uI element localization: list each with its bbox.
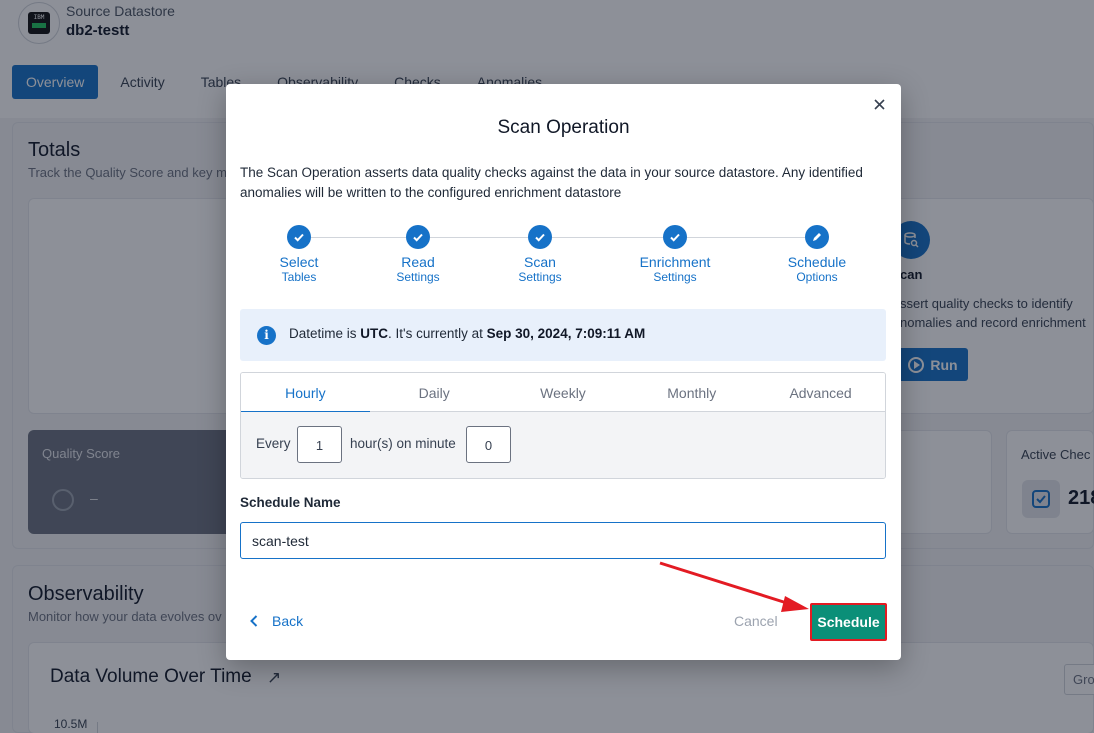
step-subtitle: Settings — [518, 270, 562, 284]
info-timezone: UTC — [360, 326, 389, 341]
schedule-frequency-panel: Hourly Daily Weekly Monthly Advanced Eve… — [240, 372, 886, 479]
pencil-icon — [805, 225, 829, 249]
step-subtitle: Options — [796, 270, 838, 284]
step-title: Scan — [524, 254, 556, 270]
check-icon — [287, 225, 311, 249]
step-read-settings[interactable]: Read Settings — [363, 225, 473, 285]
hourly-settings: Every 1 hour(s) on minute 0 — [241, 412, 885, 478]
close-icon[interactable] — [870, 95, 888, 113]
schedule-button[interactable]: Schedule — [810, 603, 887, 641]
check-icon — [663, 225, 687, 249]
back-button[interactable]: Back — [250, 611, 303, 631]
step-subtitle: Settings — [396, 270, 440, 284]
check-icon — [528, 225, 552, 249]
wizard-stepper: Select Tables Read Settings Scan Setting… — [240, 225, 880, 289]
info-icon: i — [257, 326, 276, 345]
check-icon — [406, 225, 430, 249]
tab-daily[interactable]: Daily — [370, 373, 499, 412]
info-prefix: Datetime is — [289, 326, 361, 341]
timezone-info-text: Datetime is UTC. It's currently at Sep 3… — [289, 326, 645, 341]
step-subtitle: Tables — [281, 270, 317, 284]
back-label: Back — [272, 613, 304, 629]
every-label: Every — [256, 436, 291, 451]
info-middle: . It's currently at — [388, 326, 487, 341]
cancel-button[interactable]: Cancel — [734, 613, 778, 629]
tab-monthly[interactable]: Monthly — [627, 373, 756, 412]
info-datetime: Sep 30, 2024, 7:09:11 AM — [486, 326, 646, 341]
tab-hourly[interactable]: Hourly — [241, 373, 370, 413]
scan-operation-modal: Scan Operation The Scan Operation assert… — [226, 84, 901, 660]
modal-description: The Scan Operation asserts data quality … — [240, 165, 863, 200]
modal-title: Scan Operation — [497, 117, 630, 138]
step-title: Enrichment — [639, 254, 711, 270]
step-title: Select — [279, 254, 319, 270]
tab-advanced[interactable]: Advanced — [756, 373, 885, 412]
step-scan-settings[interactable]: Scan Settings — [485, 225, 595, 285]
minute-label: hour(s) on minute — [350, 436, 456, 451]
step-enrichment-settings[interactable]: Enrichment Settings — [620, 225, 730, 285]
minute-input[interactable]: 0 — [466, 426, 511, 463]
tab-weekly[interactable]: Weekly — [499, 373, 628, 412]
chevron-left-icon — [250, 615, 258, 627]
schedule-name-label: Schedule Name — [240, 495, 341, 510]
timezone-info-banner: i Datetime is UTC. It's currently at Sep… — [240, 309, 886, 361]
schedule-tabs: Hourly Daily Weekly Monthly Advanced — [241, 373, 885, 413]
schedule-name-input[interactable]: scan-test — [240, 522, 886, 559]
hours-input[interactable]: 1 — [297, 426, 342, 463]
step-select-tables[interactable]: Select Tables — [244, 225, 354, 285]
step-subtitle: Settings — [653, 270, 697, 284]
step-title: Read — [401, 254, 435, 270]
step-schedule-options[interactable]: Schedule Options — [762, 225, 872, 285]
step-title: Schedule — [787, 254, 847, 270]
